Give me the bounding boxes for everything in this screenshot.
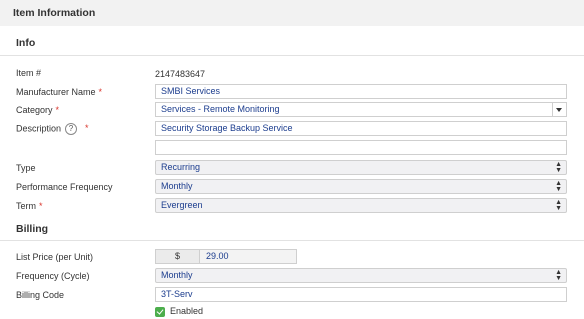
required-marker: * (55, 105, 60, 115)
category-value: Services - Remote Monitoring (161, 104, 280, 114)
description-label: Description? * (16, 123, 89, 135)
list-price-label: List Price (per Unit) (16, 252, 94, 262)
billing-code-input[interactable]: 3T-Serv (155, 287, 567, 302)
description-input[interactable]: Security Storage Backup Service (155, 121, 567, 136)
frequency-cycle-select[interactable]: Monthly ▲ ▼ (155, 268, 567, 283)
required-marker: * (39, 201, 43, 211)
performance-frequency-select[interactable]: Monthly ▲ ▼ (155, 179, 567, 194)
updown-arrows-icon: ▲ ▼ (555, 161, 562, 174)
type-label: Type (16, 163, 36, 173)
frequency-cycle-label: Frequency (Cycle) (16, 271, 90, 281)
updown-arrows-icon: ▲ ▼ (555, 180, 562, 193)
type-value: Recurring (161, 162, 201, 172)
billing-divider (0, 240, 584, 241)
term-value: Evergreen (161, 200, 203, 210)
type-select[interactable]: Recurring ▲ ▼ (155, 160, 567, 175)
list-price-input[interactable]: 29.00 (199, 249, 297, 264)
performance-frequency-label: Performance Frequency (16, 182, 113, 192)
term-label: Term * (16, 201, 43, 211)
manufacturer-name-label: Manufacturer Name * (16, 87, 103, 97)
help-icon[interactable]: ? (65, 123, 78, 135)
frequency-cycle-value: Monthly (161, 270, 193, 280)
updown-arrows-icon: ▲ ▼ (555, 269, 562, 282)
page-title: Item Information (13, 7, 96, 19)
enabled-checkbox[interactable] (155, 307, 165, 317)
item-number-value: 2147483647 (155, 69, 206, 79)
chevron-down-icon[interactable] (552, 103, 566, 116)
required-marker: * (85, 123, 89, 134)
category-label: Category * (16, 105, 60, 115)
currency-prefix: $ (155, 249, 200, 264)
performance-frequency-value: Monthly (161, 181, 193, 191)
term-select[interactable]: Evergreen ▲ ▼ (155, 198, 567, 213)
info-section-title: Info (16, 37, 36, 49)
manufacturer-name-input[interactable]: SMBI Services (155, 84, 567, 99)
item-information-header: Item Information (0, 0, 584, 26)
description-extra-input[interactable] (155, 140, 567, 155)
required-marker: * (98, 87, 103, 97)
updown-arrows-icon: ▲ ▼ (555, 199, 562, 212)
info-divider (0, 55, 584, 56)
billing-code-label: Billing Code (16, 290, 65, 300)
enabled-label[interactable]: Enabled (170, 306, 203, 316)
billing-section-title: Billing (16, 223, 49, 235)
item-number-label: Item # (16, 68, 42, 78)
category-select[interactable]: Services - Remote Monitoring (155, 102, 567, 117)
